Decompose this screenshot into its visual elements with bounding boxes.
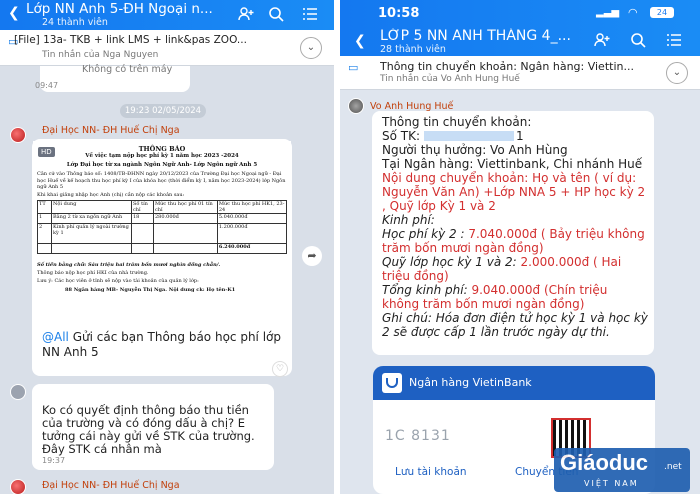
doc-line1: Về việc tạm nộp học phí kỳ 1 năm học 202… bbox=[85, 153, 239, 159]
beneficiary: Người thụ hưởng: Vo Anh Hùng bbox=[382, 143, 568, 157]
transfer-info-text: Thông tin chuyển khoản: Số TK: 1 Người th… bbox=[382, 115, 648, 339]
table-header: TT Nội dung Số tín chỉ Mức thu học phí 0… bbox=[37, 199, 288, 214]
note: Ghi chú: Hóa đơn điện tử học kỳ 1 và học… bbox=[382, 311, 648, 339]
status-time: 10:58 bbox=[378, 6, 420, 21]
account-label: Số TK: bbox=[382, 129, 421, 143]
avatar bbox=[10, 384, 26, 400]
image-caption: @All Gửi các bạn Thông báo học phí lớp N… bbox=[42, 330, 281, 359]
doc-line2: Lớp Đại học từ xa ngành Ngôn Ngữ Anh- Lớ… bbox=[66, 162, 258, 168]
pinned-sender: Tin nhắn của Nga Nguyen bbox=[42, 50, 159, 60]
transfer-info-message[interactable]: Thông tin chuyển khoản: Số TK: 1 Người th… bbox=[372, 111, 654, 355]
search-icon[interactable] bbox=[268, 6, 284, 25]
watermark-main: Giáoduc bbox=[560, 450, 649, 475]
message-time: 19:37 bbox=[42, 456, 66, 465]
watermark-logo: Giáoduc .net VIỆT NAM bbox=[554, 448, 690, 492]
doc-note3: 88 Ngân hàng MB- Nguyễn Thị Nga. Nội dun… bbox=[65, 286, 236, 293]
chevron-down-icon[interactable]: ⌄ bbox=[666, 62, 688, 84]
menu-icon[interactable] bbox=[666, 33, 682, 50]
bank-name: Ngân hàng VietinBank bbox=[409, 376, 532, 389]
doc-amount-in-words: Số tiền bằng chữ: Sáu triệu hai trăm bốn… bbox=[37, 261, 221, 268]
menu-icon[interactable] bbox=[302, 7, 318, 24]
date-separator: 19:23 02/05/2024 bbox=[120, 104, 206, 118]
chat-header: ❮ Lớp NN Anh 5-ĐH Ngoại n... 24 thành vi… bbox=[0, 0, 334, 30]
pinned-message[interactable]: ▭ Thông tin chuyển khoản: Ngân hàng: Vie… bbox=[340, 56, 700, 90]
avatar bbox=[10, 479, 26, 494]
right-chat-screen: 10:58 ▂▃▅ ◠ 24 ❮ LỚP 5 NN ANH THÁNG 4_..… bbox=[340, 0, 700, 494]
add-member-icon[interactable] bbox=[594, 33, 610, 50]
chat-header: 10:58 ▂▃▅ ◠ 24 ❮ LỚP 5 NN ANH THÁNG 4_..… bbox=[340, 0, 700, 56]
previous-time: 09:47 bbox=[35, 81, 59, 90]
signal-icon: ▂▃▅ bbox=[596, 7, 620, 18]
pinned-message[interactable]: ▭ [File] 13a- TKB + link LMS + link&pas … bbox=[0, 30, 334, 66]
table-row: 1 Bằng 2 từ xa ngôn ngữ Anh 18 280.000đ 5.04… bbox=[37, 212, 288, 224]
total-fee: Tổng kinh phí: 9.040.000đ (Chín triệu kh… bbox=[382, 283, 608, 311]
class-fund: Quỹ lớp học kỳ 1 và 2: 2.000.000đ ( Hai … bbox=[382, 255, 622, 283]
chat-title: LỚP 5 NN ANH THÁNG 4_... bbox=[380, 28, 571, 44]
watermark-sub: VIỆT NAM bbox=[584, 479, 639, 488]
pinned-title: [File] 13a- TKB + link LMS + link&pas ZO… bbox=[14, 34, 247, 46]
pinned-title: Thông tin chuyển khoản: Ngân hàng: Viett… bbox=[380, 60, 634, 73]
back-arrow-icon[interactable]: ❮ bbox=[354, 34, 366, 48]
doc-heading: THÔNG BÁO bbox=[138, 145, 186, 153]
text-message[interactable]: Ko có quyết định thông báo thu tiền của … bbox=[32, 384, 274, 470]
bank-branch: Tại Ngân hàng: Viettinbank, Chi nhánh Hu… bbox=[382, 157, 643, 171]
fee-heading: Kinh phí: bbox=[382, 213, 435, 227]
table-row: 6.240.000đ bbox=[37, 242, 288, 254]
share-icon[interactable]: ➦ bbox=[302, 246, 322, 266]
wifi-icon: ◠ bbox=[628, 6, 638, 19]
doc-note1: Thông báo nộp học phí HKI của nhà trường… bbox=[37, 269, 149, 276]
avatar bbox=[10, 127, 26, 143]
doc-paragraph1: Căn cứ vào Thông báo số: 1408/TB-ĐHNN ng… bbox=[37, 171, 286, 190]
doc-paragraph2: Khi khai giảng nhập học Anh (chị) cần nộ… bbox=[37, 191, 185, 198]
bank-account-number: 1C 8131 bbox=[385, 428, 451, 444]
search-icon[interactable] bbox=[630, 32, 646, 51]
chevron-down-icon[interactable]: ⌄ bbox=[300, 37, 322, 59]
heart-reaction-icon[interactable]: ♡ bbox=[272, 361, 288, 377]
bank-card-header: Ngân hàng VietinBank bbox=[373, 366, 655, 400]
tuition-fee: Học phí kỳ 2 : 7.040.000đ ( Bảy triệu kh… bbox=[382, 227, 645, 255]
watermark-tld: .net bbox=[664, 462, 682, 472]
fee-notice-document[interactable]: THÔNG BÁO Về việc tạm nộp học phí kỳ 1 n… bbox=[33, 141, 291, 319]
pinned-sender: Tin nhắn của Vo Anh Hung Huế bbox=[380, 74, 520, 84]
doc-note2: Lưu ý: Các học viên ở tỉnh sẽ nộp vào tà… bbox=[37, 277, 199, 284]
table-row: 2 Kinh phí quản lý ngoài trường kỳ 1 1.200… bbox=[37, 222, 288, 244]
account-number-row: Số TK: 1 bbox=[382, 129, 648, 143]
member-count: 24 thành viên bbox=[42, 17, 108, 28]
sender-name: Đại Học NN- ĐH Huế Chị Nga bbox=[42, 480, 180, 491]
left-chat-screen: ❮ Lớp NN Anh 5-ĐH Ngoại n... 24 thành vi… bbox=[0, 0, 334, 494]
pinned-chat-icon: ▭ bbox=[348, 61, 359, 74]
transfer-content: Nội dung chuyển khoản: Họ và tên ( ví dụ… bbox=[382, 171, 646, 213]
account-tail: 1 bbox=[516, 129, 524, 143]
redacted-account bbox=[424, 131, 515, 141]
chat-title: Lớp NN Anh 5-ĐH Ngoại n... bbox=[26, 1, 213, 17]
previous-text: Không có trên máy bbox=[82, 64, 173, 75]
save-account-button[interactable]: Lưu tài khoản bbox=[395, 466, 467, 478]
vietinbank-logo-icon bbox=[382, 373, 402, 393]
info-heading: Thông tin chuyển khoản: bbox=[382, 115, 532, 129]
previous-message: Không có trên máy 09:47 bbox=[35, 64, 190, 92]
back-arrow-icon[interactable]: ❮ bbox=[8, 6, 20, 20]
message-text: Ko có quyết định thông báo thu tiền của … bbox=[42, 403, 255, 456]
mention-all[interactable]: @All bbox=[42, 330, 69, 344]
member-count: 28 thành viên bbox=[380, 44, 446, 55]
fee-table: TT Nội dung Số tín chỉ Mức thu học phí 0… bbox=[37, 199, 288, 254]
image-message[interactable]: THÔNG BÁO Về việc tạm nộp học phí kỳ 1 n… bbox=[32, 139, 292, 377]
sender-name: Đại Học NN- ĐH Huế Chị Nga bbox=[42, 125, 180, 136]
avatar bbox=[348, 98, 364, 114]
add-member-icon[interactable] bbox=[238, 7, 254, 24]
battery-level: 24 bbox=[650, 7, 674, 18]
hd-badge: HD bbox=[38, 147, 55, 157]
